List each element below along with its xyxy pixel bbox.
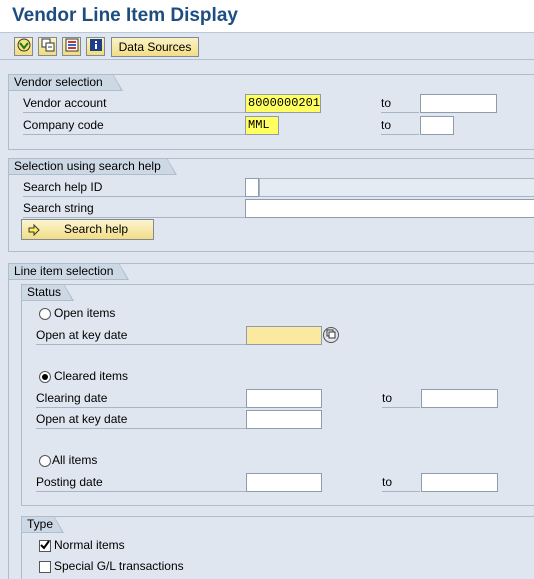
all-items-label: All items	[52, 453, 98, 467]
company-code-to-label: to	[381, 117, 419, 135]
clearing-date-to-field[interactable]	[421, 389, 498, 408]
search-help-group: Selection using search help Search help …	[8, 158, 534, 252]
search-help-description-field	[259, 178, 534, 197]
arrow-right-icon	[28, 223, 40, 242]
special-gl-checkbox[interactable]	[39, 561, 51, 573]
posting-date-to-field[interactable]	[421, 473, 498, 492]
search-help-title: Selection using search help	[8, 158, 177, 175]
calendar-icon	[326, 328, 336, 342]
type-title: Type	[21, 516, 64, 533]
clearing-date-field[interactable]	[246, 389, 322, 408]
special-gl-label: Special G/L transactions	[54, 559, 184, 573]
info-button[interactable]	[86, 37, 105, 56]
type-group: Type Normal items Special G/L transactio…	[21, 516, 534, 579]
company-code-to-field[interactable]	[420, 116, 454, 135]
search-string-label: Search string	[23, 200, 245, 218]
posting-date-to-label: to	[382, 474, 420, 492]
selection-options-icon	[65, 38, 79, 55]
application-toolbar: Data Sources	[0, 33, 534, 60]
page-title: Vendor Line Item Display	[12, 5, 238, 26]
all-items-radio[interactable]	[39, 455, 51, 467]
cleared-items-label: Cleared items	[54, 369, 129, 383]
open-at-key-date-label: Open at key date	[36, 327, 246, 345]
company-code-label: Company code	[23, 117, 245, 135]
vendor-account-label: Vendor account	[23, 95, 245, 113]
open-items-radio[interactable]	[39, 308, 51, 320]
cleared-open-at-key-date-label: Open at key date	[36, 411, 246, 429]
search-help-button[interactable]: Search help	[21, 219, 154, 240]
cleared-open-at-key-date-field[interactable]	[246, 410, 322, 429]
search-string-field[interactable]	[245, 199, 534, 218]
status-group: Status Open items Open at key date Clear…	[21, 284, 534, 506]
cleared-items-radio[interactable]	[39, 371, 51, 383]
vendor-account-to-label: to	[381, 95, 419, 113]
vendor-account-to-field[interactable]	[420, 94, 497, 113]
execute-button[interactable]	[14, 37, 33, 56]
line-item-selection-title: Line item selection	[8, 263, 129, 280]
search-help-id-label: Search help ID	[23, 179, 245, 197]
status-title: Status	[21, 284, 74, 301]
open-items-label: Open items	[54, 306, 116, 320]
info-icon	[89, 38, 103, 55]
posting-date-field[interactable]	[246, 473, 322, 492]
checkmark-icon	[40, 539, 50, 553]
company-code-field[interactable]: MML	[245, 116, 279, 135]
clearing-date-label: Clearing date	[36, 390, 246, 408]
open-at-key-date-field[interactable]	[246, 326, 322, 345]
line-item-selection-group: Line item selection Status Open items Op…	[8, 263, 534, 579]
selection-options-button[interactable]	[62, 37, 81, 56]
clearing-date-to-label: to	[382, 390, 420, 408]
get-variant-icon	[41, 38, 55, 55]
title-bar: Vendor Line Item Display	[0, 0, 534, 33]
get-variant-button[interactable]	[38, 37, 57, 56]
normal-items-checkbox[interactable]	[39, 540, 51, 552]
data-sources-button[interactable]: Data Sources	[111, 37, 199, 57]
posting-date-label: Posting date	[36, 474, 246, 492]
vendor-selection-title: Vendor selection	[8, 74, 123, 91]
normal-items-label: Normal items	[54, 538, 125, 552]
search-help-button-label: Search help	[64, 222, 129, 236]
vendor-selection-group: Vendor selection Vendor account 80000002…	[8, 74, 534, 150]
search-help-id-field[interactable]	[245, 178, 259, 197]
vendor-account-field[interactable]: 8000000201	[245, 94, 321, 113]
date-picker-button[interactable]	[323, 327, 339, 343]
execute-icon	[17, 38, 31, 55]
